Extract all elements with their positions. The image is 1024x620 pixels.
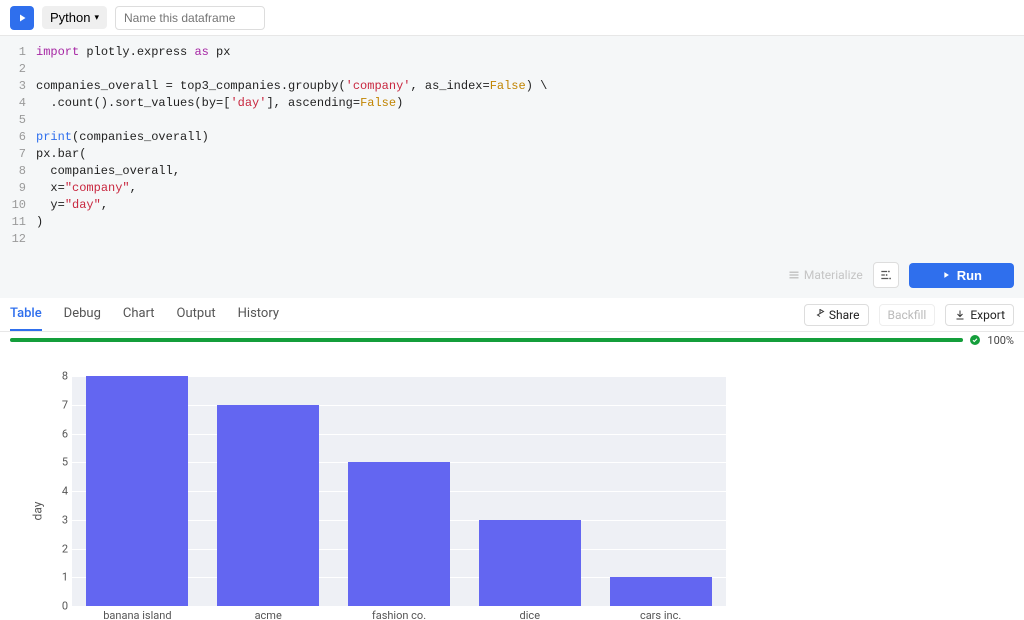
tab-table[interactable]: Table — [10, 298, 42, 331]
code-editor[interactable]: 1import plotly.express as px2 3companies… — [0, 36, 1024, 256]
code-content: companies_overall = top3_companies.group… — [36, 78, 547, 95]
play-icon — [16, 12, 28, 24]
x-tick: dice — [520, 609, 540, 620]
line-number: 2 — [0, 61, 36, 78]
code-content — [36, 231, 43, 248]
x-tick: acme — [255, 609, 282, 620]
code-line: 8 companies_overall, — [0, 163, 1024, 180]
gridline — [72, 606, 726, 607]
bar[interactable] — [217, 405, 319, 606]
success-icon — [969, 334, 981, 346]
y-tick: 6 — [54, 427, 68, 440]
code-line: 4 .count().sort_values(by=['day'], ascen… — [0, 95, 1024, 112]
cell-toolbar: Python ▾ — [0, 0, 1024, 36]
x-tick: cars inc. — [640, 609, 681, 620]
y-tick: 2 — [54, 542, 68, 555]
y-tick: 7 — [54, 398, 68, 411]
execute-button[interactable] — [10, 6, 34, 30]
tab-history[interactable]: History — [238, 298, 279, 331]
progress-percent: 100% — [987, 334, 1014, 347]
run-label: Run — [957, 268, 982, 283]
code-content: companies_overall, — [36, 163, 180, 180]
x-tick: fashion co. — [372, 609, 426, 620]
tab-chart[interactable]: Chart — [123, 298, 155, 331]
code-line: 10 y="day", — [0, 197, 1024, 214]
code-content: .count().sort_values(by=['day'], ascendi… — [36, 95, 403, 112]
y-tick: 3 — [54, 513, 68, 526]
y-axis-label: day — [30, 502, 44, 521]
backfill-label: Backfill — [888, 308, 927, 322]
language-select[interactable]: Python ▾ — [42, 6, 107, 29]
export-button[interactable]: Export — [945, 304, 1014, 326]
chevron-down-icon: ▾ — [94, 12, 99, 23]
dataframe-name-input[interactable] — [115, 6, 265, 30]
code-content: x="company", — [36, 180, 137, 197]
output-actions: Share Backfill Export — [804, 304, 1014, 326]
progress-bar — [10, 338, 963, 342]
tab-output[interactable]: Output — [177, 298, 216, 331]
bar[interactable] — [348, 462, 450, 606]
line-number: 7 — [0, 146, 36, 163]
share-label: Share — [829, 308, 860, 322]
run-button[interactable]: Run — [909, 263, 1014, 288]
code-line: 2 — [0, 61, 1024, 78]
code-content — [36, 61, 43, 78]
code-line: 11) — [0, 214, 1024, 231]
line-number: 11 — [0, 214, 36, 231]
y-tick: 5 — [54, 456, 68, 469]
cell-controls: Materialize Run — [0, 256, 1024, 298]
line-number: 10 — [0, 197, 36, 214]
export-icon — [954, 309, 966, 321]
plot-area — [72, 376, 726, 606]
chart-output: day company 012345678banana islandacmefa… — [0, 348, 1024, 620]
code-content — [36, 112, 43, 129]
code-line: 1import plotly.express as px — [0, 44, 1024, 61]
code-line: 6print(companies_overall) — [0, 129, 1024, 146]
y-tick: 0 — [54, 600, 68, 613]
export-label: Export — [970, 308, 1005, 322]
code-line: 7px.bar( — [0, 146, 1024, 163]
line-number: 9 — [0, 180, 36, 197]
progress-bar-row: 100% — [0, 332, 1024, 348]
code-line: 9 x="company", — [0, 180, 1024, 197]
bar[interactable] — [479, 520, 581, 606]
x-tick: banana island — [103, 609, 171, 620]
output-tabs-row: Table Debug Chart Output History Share Backf… — [0, 298, 1024, 332]
tab-debug[interactable]: Debug — [64, 298, 101, 331]
materialize-icon — [788, 269, 800, 281]
bar[interactable] — [86, 376, 188, 606]
backfill-button[interactable]: Backfill — [879, 304, 936, 326]
code-content: print(companies_overall) — [36, 129, 209, 146]
y-tick: 8 — [54, 370, 68, 383]
materialize-label: Materialize — [804, 268, 863, 282]
line-number: 6 — [0, 129, 36, 146]
play-icon — [941, 270, 951, 280]
line-number: 8 — [0, 163, 36, 180]
bar-chart[interactable]: day company 012345678banana islandacmefa… — [20, 366, 740, 620]
code-content: y="day", — [36, 197, 108, 214]
cell-settings-button[interactable] — [873, 262, 899, 288]
line-number: 5 — [0, 112, 36, 129]
output-tabs: Table Debug Chart Output History — [10, 298, 279, 331]
code-line: 12 — [0, 231, 1024, 248]
bar[interactable] — [610, 577, 712, 606]
y-tick: 4 — [54, 485, 68, 498]
y-tick: 1 — [54, 571, 68, 584]
line-number: 3 — [0, 78, 36, 95]
code-content: import plotly.express as px — [36, 44, 230, 61]
line-number: 1 — [0, 44, 36, 61]
line-number: 12 — [0, 231, 36, 248]
code-line: 5 — [0, 112, 1024, 129]
code-content: px.bar( — [36, 146, 86, 163]
code-line: 3companies_overall = top3_companies.grou… — [0, 78, 1024, 95]
language-label: Python — [50, 10, 90, 25]
share-button[interactable]: Share — [804, 304, 869, 326]
materialize-toggle[interactable]: Materialize — [788, 268, 863, 282]
share-icon — [813, 309, 825, 321]
code-content: ) — [36, 214, 43, 231]
sliders-icon — [879, 268, 893, 282]
line-number: 4 — [0, 95, 36, 112]
